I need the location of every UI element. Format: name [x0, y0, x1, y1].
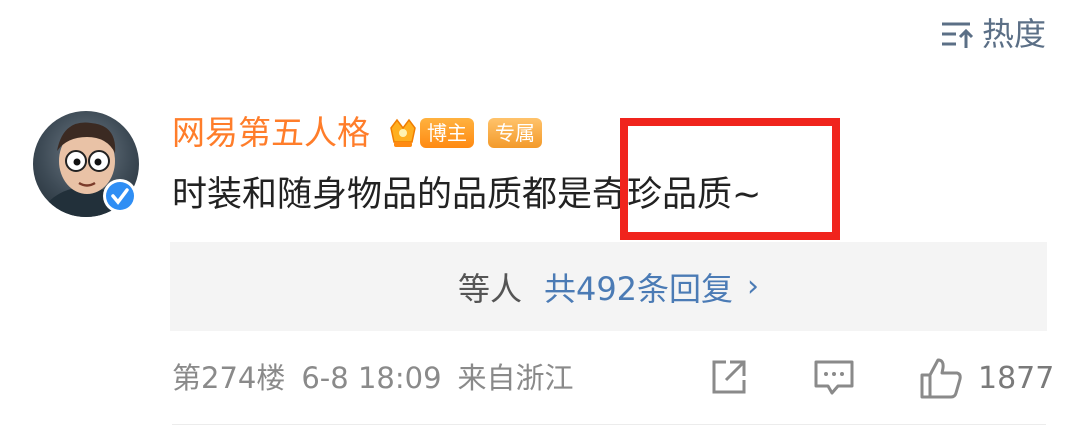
- sort-heat-button[interactable]: 热度: [940, 14, 1046, 54]
- badge-zhuanshu: 专属: [488, 118, 542, 148]
- verified-icon: [103, 179, 137, 213]
- comment-meta: 第274楼 6-8 18:09 来自浙江: [172, 358, 574, 398]
- highlight-box: [620, 118, 840, 240]
- reply-count-link[interactable]: 共492条回复: [544, 264, 733, 310]
- chevron-right-icon: ›: [747, 269, 760, 304]
- divider: [172, 424, 1046, 425]
- replies-box[interactable]: 等人 共492条回复 ›: [170, 242, 1047, 331]
- comment-time: 6-8 18:09: [301, 361, 442, 395]
- username[interactable]: 网易第五人格: [172, 112, 370, 154]
- floor-label: 第274楼: [172, 361, 286, 395]
- avatar[interactable]: [33, 111, 139, 217]
- share-button[interactable]: [708, 356, 750, 398]
- comment-icon: [814, 360, 854, 395]
- crown-icon: [390, 118, 416, 147]
- like-icon: [920, 358, 962, 399]
- share-icon: [712, 360, 746, 394]
- comment-actions: 1877: [700, 356, 1054, 404]
- reply-who: 等人: [457, 269, 522, 308]
- like-button[interactable]: 1877: [918, 356, 1054, 400]
- comment-button[interactable]: [812, 356, 856, 400]
- sort-label: 热度: [981, 15, 1046, 53]
- comment-location: 来自浙江: [457, 361, 574, 395]
- badge-bozhu: 博主: [420, 118, 474, 148]
- sort-icon: [941, 22, 974, 48]
- comment-header: 网易第五人格 博主 专属: [172, 112, 542, 154]
- like-count: 1877: [978, 360, 1055, 396]
